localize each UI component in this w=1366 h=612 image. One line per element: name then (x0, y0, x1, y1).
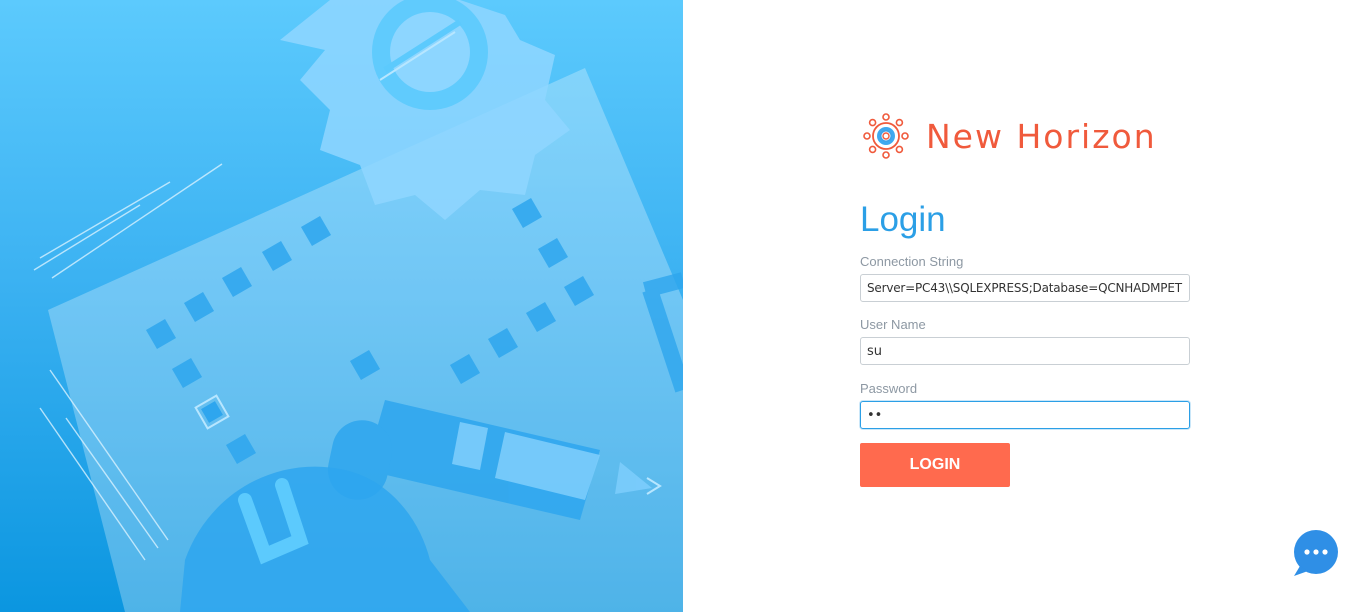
chat-bubble-icon (1292, 529, 1342, 578)
password-input[interactable] (860, 401, 1190, 429)
brand-header: New Horizon (862, 112, 1157, 160)
gear-blueprint-pencil-illustration (33, 0, 683, 612)
chat-widget-button[interactable] (1290, 528, 1342, 580)
password-label: Password (860, 381, 918, 396)
login-button[interactable]: LOGIN (860, 443, 1010, 487)
brand-name: New Horizon (926, 116, 1157, 156)
user-name-label: User Name (860, 317, 926, 332)
connection-string-label: Connection String (860, 254, 964, 269)
connection-string-input[interactable] (860, 274, 1190, 302)
user-name-input[interactable] (860, 337, 1190, 365)
login-page: New Horizon Login Connection String User… (0, 0, 1366, 612)
hero-panel (0, 0, 683, 612)
page-title: Login (860, 200, 946, 239)
gear-dots-logo-icon (863, 113, 909, 159)
